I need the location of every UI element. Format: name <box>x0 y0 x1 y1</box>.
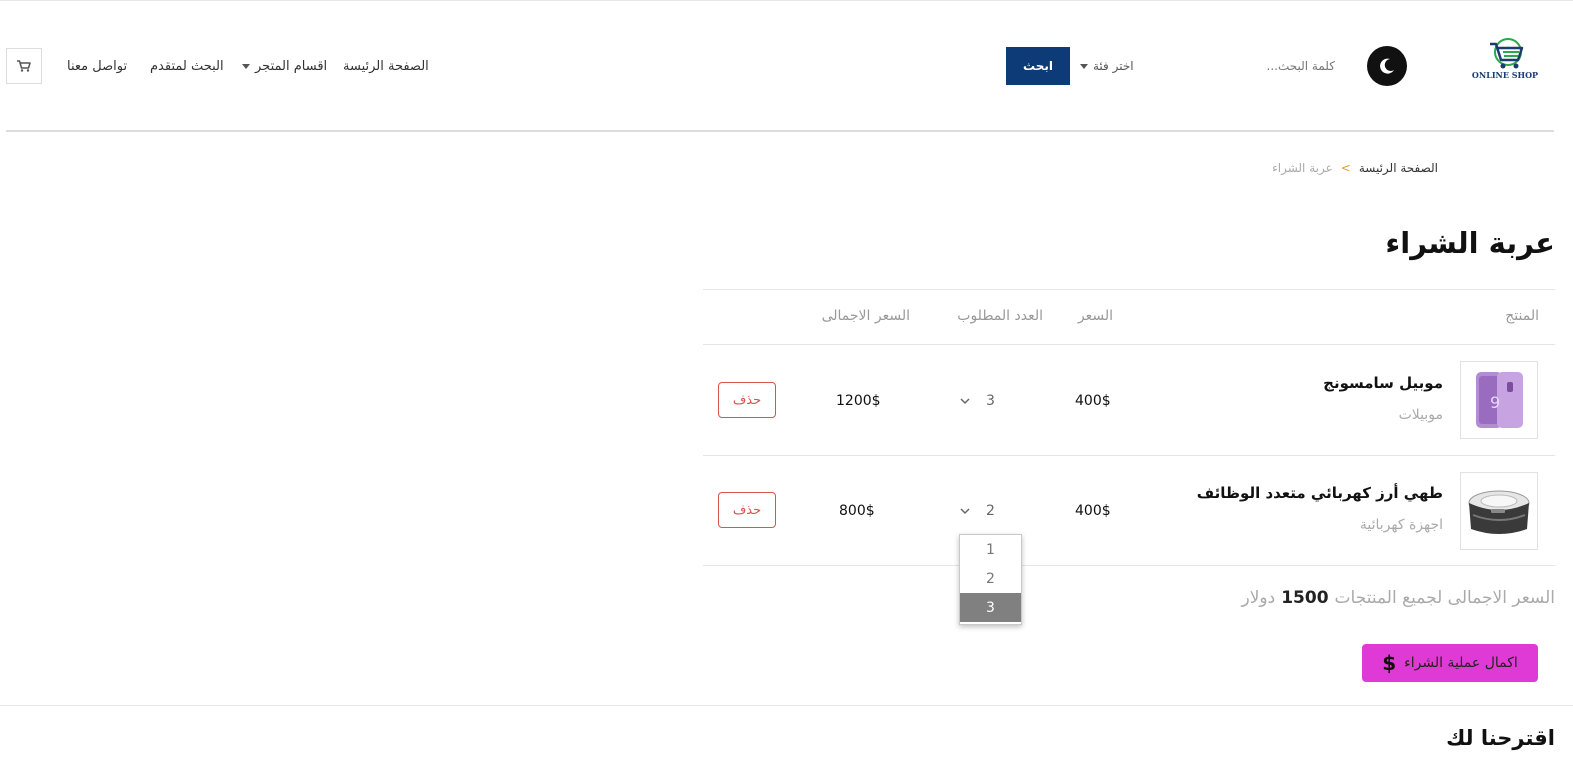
product-category: موبيلات <box>1398 407 1443 423</box>
product-price: 400$ <box>1075 503 1111 519</box>
suggestions-title: اقترحنا لك <box>1446 726 1555 750</box>
svg-text:9: 9 <box>1490 393 1500 412</box>
quantity-option[interactable]: 1 <box>960 535 1021 564</box>
navbar-divider <box>6 130 1554 132</box>
quantity-select[interactable]: 3 <box>960 387 1010 415</box>
cart-total: السعر الاجمالى لجميع المنتجات 1500 دولار <box>1242 588 1555 608</box>
chevron-down-icon <box>960 503 970 519</box>
product-name[interactable]: موبيل سامسونج <box>1323 374 1443 392</box>
page-title: عربة الشراء <box>1385 226 1555 260</box>
delete-button[interactable]: حذف <box>718 382 776 418</box>
breadcrumb: الصفحة الرئيسة > عربة الشراء <box>1272 161 1438 175</box>
caret-down-icon <box>1080 63 1088 69</box>
product-price: 400$ <box>1075 393 1111 409</box>
nav-home[interactable]: الصفحة الرئيسة <box>343 59 429 74</box>
quantity-option[interactable]: 2 <box>960 564 1021 593</box>
nav-categories-label: اقسام المتجر <box>255 59 328 74</box>
logo-text: ONLINE SHOP <box>1471 70 1539 80</box>
header-product: المنتج <box>1505 308 1539 324</box>
quantity-select[interactable]: 2 <box>960 497 1010 525</box>
rice-cooker-image <box>1468 490 1530 534</box>
product-image-phone[interactable]: 9 <box>1460 361 1538 439</box>
section-divider <box>0 705 1573 706</box>
nav-advanced-search[interactable]: البحث لمتقدم <box>150 59 224 74</box>
quantity-value: 3 <box>986 393 995 409</box>
category-select-label: اختر فئة <box>1093 59 1134 73</box>
quantity-value: 2 <box>986 503 995 519</box>
checkout-button[interactable]: اكمال عملية الشراء $ <box>1362 644 1538 682</box>
checkout-label: اكمال عملية الشراء <box>1404 655 1518 671</box>
cart-total-amount: 1500 <box>1281 588 1329 608</box>
product-category: اجهزة كهربائية <box>1359 517 1443 533</box>
row-total: 800$ <box>839 503 875 519</box>
product-name[interactable]: طهي أرز كهربائي متعدد الوظائف <box>1197 484 1443 502</box>
phone-image: 9 <box>1476 372 1523 428</box>
nav-categories-dropdown[interactable]: اقسام المتجر <box>242 59 327 74</box>
header-total: السعر الاجمالى <box>821 308 910 324</box>
breadcrumb-separator: > <box>1340 161 1351 175</box>
row-total: 1200$ <box>836 393 881 409</box>
delete-button[interactable]: حذف <box>718 492 776 528</box>
quantity-dropdown: 1 2 3 <box>959 534 1022 625</box>
site-logo[interactable]: ONLINE SHOP <box>1470 36 1540 98</box>
breadcrumb-home[interactable]: الصفحة الرئيسة <box>1359 161 1438 175</box>
header-price: السعر <box>1077 308 1113 324</box>
breadcrumb-current: عربة الشراء <box>1272 161 1333 175</box>
search-button[interactable]: ابحث <box>1006 47 1070 85</box>
table-header-border <box>703 344 1555 345</box>
chevron-down-icon <box>960 393 970 409</box>
cart-button[interactable] <box>6 48 42 84</box>
dollar-icon: $ <box>1382 651 1397 675</box>
quantity-option-highlighted[interactable]: 3 <box>960 593 1021 622</box>
table-top-border <box>703 289 1555 290</box>
cart-total-currency: دولار <box>1241 588 1276 608</box>
table-bottom-border <box>703 565 1555 566</box>
theme-toggle-button[interactable] <box>1367 46 1407 86</box>
caret-down-icon <box>242 64 250 69</box>
moon-icon <box>1380 58 1394 74</box>
header-quantity: العدد المطلوب <box>957 308 1043 324</box>
category-select[interactable]: اختر فئة <box>1080 56 1134 76</box>
cart-icon <box>17 60 31 72</box>
cart-total-label: السعر الاجمالى لجميع المنتجات <box>1334 588 1555 608</box>
row-divider <box>703 455 1555 456</box>
product-image-rice-cooker[interactable] <box>1460 472 1538 550</box>
nav-contact[interactable]: تواصل معنا <box>67 59 127 74</box>
